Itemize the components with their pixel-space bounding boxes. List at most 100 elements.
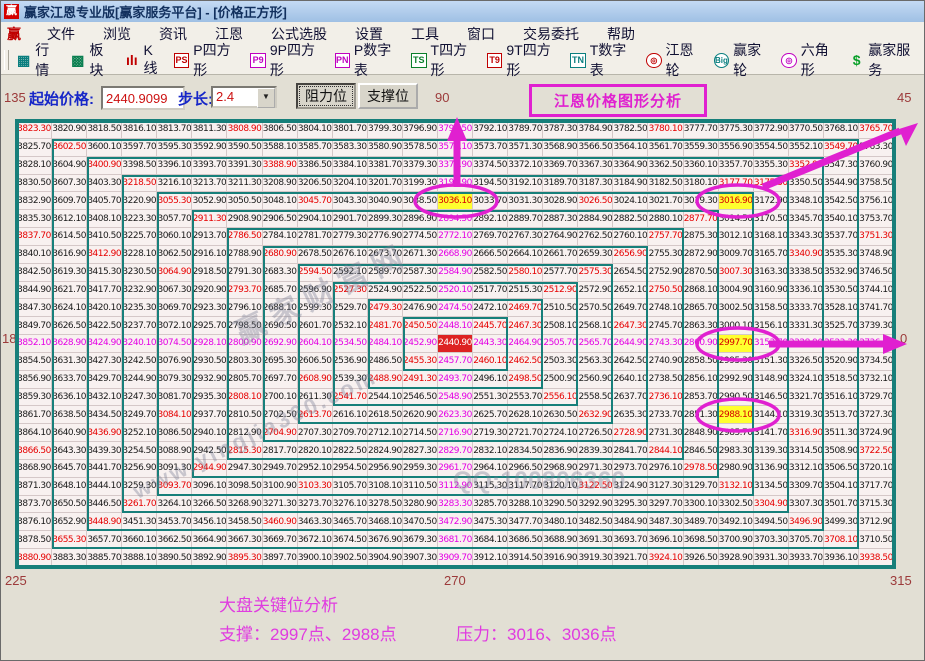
price-cell: 3837.70 [17,228,52,246]
price-cell: 3115.30 [473,478,508,496]
price-cell: 2649.70 [613,299,648,317]
price-cell: 3151.30 [754,353,789,371]
price-cell: 3832.90 [17,192,52,210]
price-cell: 2702.50 [263,406,298,424]
price-cell: 3710.50 [859,531,894,549]
start-price-input[interactable] [101,86,185,110]
p-square-icon: PS [174,53,189,68]
price-cell: 2760.10 [613,228,648,246]
resistance-button[interactable]: 阻力位 [296,83,356,109]
step-combobox[interactable]: 2.4 ▼ [211,86,277,108]
price-cell: 3367.30 [578,157,613,175]
price-cell: 3280.90 [403,496,438,514]
price-cell: 3206.50 [298,175,333,193]
price-cell: 2817.70 [263,442,298,460]
price-cell: 3866.50 [17,442,52,460]
chevron-down-icon[interactable]: ▼ [257,88,275,108]
price-cell: 2767.30 [508,228,543,246]
price-cell: 2462.50 [508,353,543,371]
footer-support-levels: 支撑：2997点、2988点 [219,620,397,645]
price-cell: 3129.70 [684,478,719,496]
price-cell: 3448.90 [87,513,122,531]
price-cell: 2935.30 [192,389,227,407]
angle-label-225: 225 [5,573,27,588]
price-cell: 3290.50 [543,496,578,514]
price-cell: 2824.90 [368,442,403,460]
price-cell: 3273.70 [298,496,333,514]
price-cell: 3655.30 [52,531,87,549]
price-cell: 3897.70 [263,549,298,567]
price-cell: 3026.50 [578,192,613,210]
price-cell: 2995.30 [719,353,754,371]
price-cell: 3885.70 [87,549,122,567]
price-cell: 3758.50 [859,175,894,193]
footer-pressure-levels: 压力：3016、3036点 [456,620,617,645]
price-cell: 3528.10 [824,299,859,317]
price-cell: 3794.50 [438,121,473,139]
price-cell: 3734.50 [859,353,894,371]
price-cell: 3381.70 [368,157,403,175]
price-cell: 2620.90 [403,406,438,424]
price-cell: 3326.50 [789,353,824,371]
price-cell: 3604.90 [52,157,87,175]
price-cell: 2452.90 [403,335,438,353]
price-cell: 2769.70 [473,228,508,246]
price-cell: 3216.10 [157,175,192,193]
price-cell: 2568.10 [578,317,613,335]
price-cell: 3597.70 [122,139,157,157]
price-cell: 3679.30 [403,531,438,549]
price-cell: 3055.30 [157,192,192,210]
support-button[interactable]: 支撑位 [358,83,418,109]
price-cell: 3324.10 [789,371,824,389]
price-cell: 2788.90 [227,246,262,264]
step-label: 步长: [178,88,213,109]
price-cell: 2532.10 [333,317,368,335]
price-cell: 3770.50 [789,121,824,139]
price-cell: 2680.90 [263,246,298,264]
price-cell: 2671.30 [403,246,438,264]
price-cell: 3902.50 [333,549,368,567]
price-cell: 3883.30 [52,549,87,567]
price-cell: 2520.10 [438,282,473,300]
price-cell: 3187.30 [578,175,613,193]
price-cell: 3463.30 [298,513,333,531]
control-bar: 135 起始价格: 步长: 2.4 ▼ 阻力位 支撑位 90 江恩价格图形分析 … [1,74,925,119]
price-cell: 3595.30 [157,139,192,157]
price-cell: 2726.50 [578,424,613,442]
price-cell: 3439.30 [87,442,122,460]
price-cell: 2685.70 [263,282,298,300]
price-cell: 3523.30 [824,335,859,353]
price-cell: 3688.90 [543,531,578,549]
price-cell: 3739.30 [859,317,894,335]
price-cell: 2628.10 [508,406,543,424]
price-cell: 2616.10 [333,406,368,424]
price-cell: 2932.90 [192,371,227,389]
price-cell: 2956.90 [368,460,403,478]
angle-label-315: 315 [890,573,912,588]
price-cell: 3717.70 [859,478,894,496]
price-cell: 2892.10 [473,210,508,228]
price-cell: 3386.50 [298,157,333,175]
price-cell: 2872.90 [684,246,719,264]
price-cell: 3292.90 [578,496,613,514]
price-cell: 3266.50 [192,496,227,514]
price-cell: 3540.10 [824,210,859,228]
price-cell: 2572.90 [578,282,613,300]
price-cell: 2750.50 [648,282,683,300]
price-cell: 3933.70 [789,549,824,567]
price-cell: 3825.70 [17,139,52,157]
toolbar-item-kline[interactable]: ılıK线 [124,42,166,78]
price-cell: 3283.30 [438,496,473,514]
price-cell: 3357.70 [719,157,754,175]
price-cell: 3556.90 [719,139,754,157]
price-cell: 3588.10 [263,139,298,157]
price-cell: 2673.70 [368,246,403,264]
price-cell: 3156.10 [754,317,789,335]
price-cell: 3264.10 [157,496,192,514]
price-cell: 3242.50 [122,353,157,371]
price-cell: 3256.90 [122,460,157,478]
price-cell: 2580.10 [508,264,543,282]
price-cell: 3578.50 [403,139,438,157]
price-cell: 3844.90 [17,282,52,300]
price-cell: 3465.70 [333,513,368,531]
